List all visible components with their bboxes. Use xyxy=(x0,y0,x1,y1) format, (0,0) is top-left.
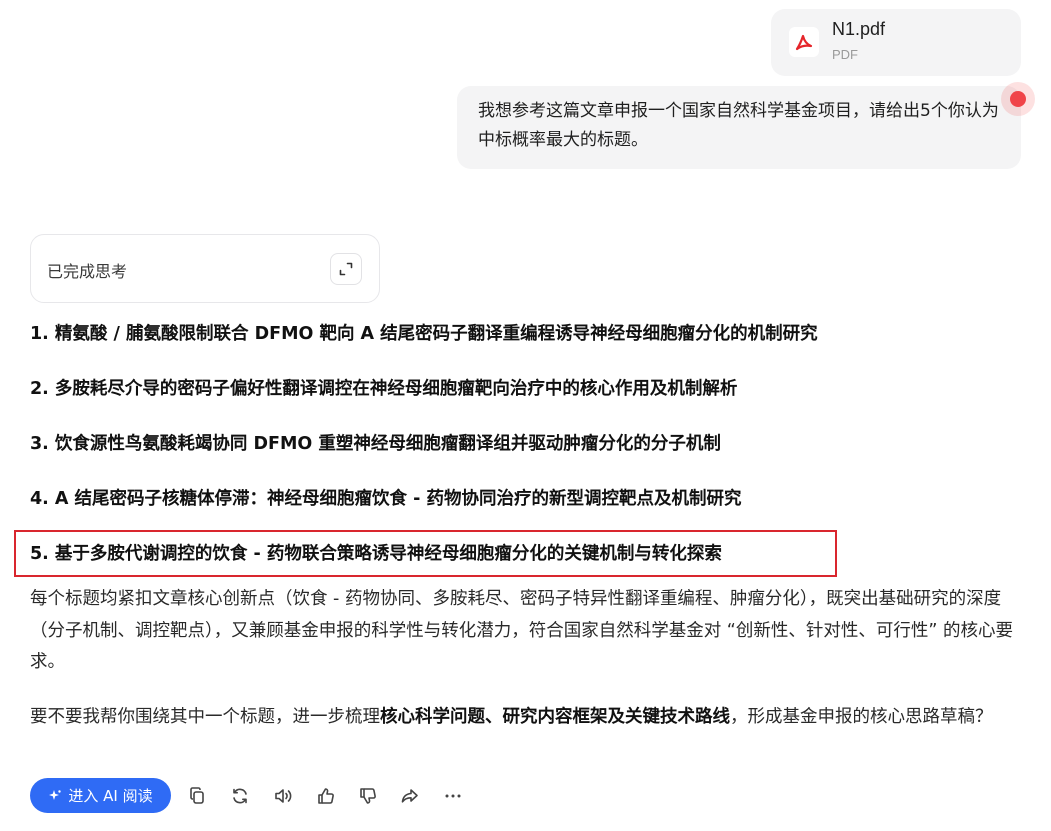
attachment-card[interactable]: N1.pdf PDF xyxy=(771,9,1021,76)
speaker-icon[interactable] xyxy=(271,784,295,808)
more-icon[interactable] xyxy=(441,784,465,808)
thumbs-down-icon[interactable] xyxy=(356,784,380,808)
copy-icon[interactable] xyxy=(186,784,210,808)
followup-suffix: ，形成基金申报的核心思路草稿？ xyxy=(730,707,993,727)
expand-button[interactable] xyxy=(330,253,362,285)
regenerate-icon[interactable] xyxy=(228,784,252,808)
ai-read-label: 进入 AI 阅读 xyxy=(68,787,153,805)
title-item-3: 3. 饮食源性鸟氨酸耗竭协同 DFMO 重塑神经母细胞瘤翻译组并驱动肿瘤分化的分… xyxy=(30,434,721,454)
pdf-icon xyxy=(789,27,819,57)
sparkle-icon xyxy=(49,789,62,800)
expand-icon xyxy=(339,262,353,276)
share-icon[interactable] xyxy=(398,784,422,808)
followup-prefix: 要不要我帮你围绕其中一个标题，进一步梳理 xyxy=(30,707,380,727)
followup-bold: 核心科学问题、研究内容框架及关键技术路线 xyxy=(380,707,730,727)
title-item-2: 2. 多胺耗尽介导的密码子偏好性翻译调控在神经母细胞瘤靶向治疗中的核心作用及机制… xyxy=(30,379,738,399)
summary-paragraph: 每个标题均紧扣文章核心创新点（饮食 - 药物协同、多胺耗尽、密码子特异性翻译重编… xyxy=(30,589,1014,672)
thinking-label: 已完成思考 xyxy=(47,262,128,281)
user-message: 我想参考这篇文章申报一个国家自然科学基金项目，请给出5个你认为中标概率最大的标题… xyxy=(457,86,1021,169)
title-item-1: 1. 精氨酸 / 脯氨酸限制联合 DFMO 靶向 A 结尾密码子翻译重编程诱导神… xyxy=(30,324,818,344)
followup-paragraph: 要不要我帮你围绕其中一个标题，进一步梳理核心科学问题、研究内容框架及关键技术路线… xyxy=(30,702,1025,734)
attachment-type: PDF xyxy=(832,47,858,62)
attachment-name: N1.pdf xyxy=(832,19,886,39)
thumbs-up-icon[interactable] xyxy=(314,784,338,808)
title-item-4: 4. A 结尾密码子核糖体停滞：神经母细胞瘤饮食 - 药物协同治疗的新型调控靶点… xyxy=(30,489,742,509)
highlight-box xyxy=(14,530,837,577)
ai-read-button[interactable]: 进入 AI 阅读 xyxy=(30,778,171,813)
recording-indicator-icon[interactable] xyxy=(1001,82,1035,116)
thinking-panel[interactable]: 已完成思考 xyxy=(30,234,380,303)
